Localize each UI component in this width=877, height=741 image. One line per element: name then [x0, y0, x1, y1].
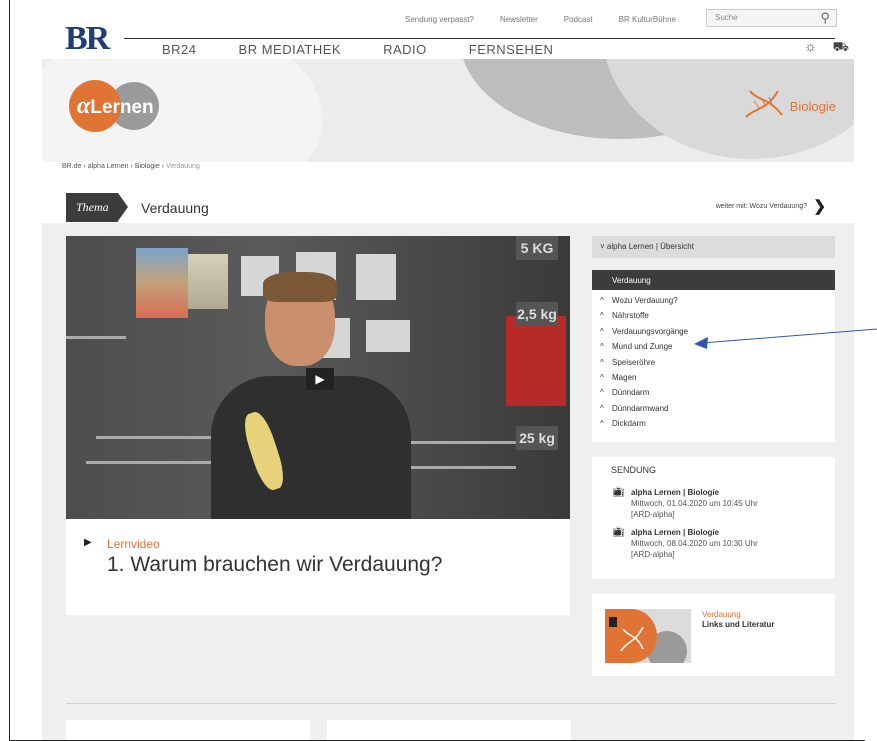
play-icon[interactable]: ▶: [306, 368, 334, 390]
search-placeholder: Suche: [715, 13, 738, 22]
crumb-alpha[interactable]: alpha Lernen: [88, 163, 129, 170]
links-teaser[interactable]: Verdauung Links und Literatur: [592, 594, 835, 676]
nav-br24[interactable]: BR24: [162, 42, 197, 57]
teaser-card[interactable]: [327, 720, 571, 740]
dna-icon: [745, 90, 783, 118]
document-icon: [609, 617, 617, 627]
topic-item[interactable]: ^ Dickdarm: [600, 416, 835, 431]
nav-mediathek[interactable]: BR MEDIATHEK: [239, 42, 342, 57]
dna-icon: [620, 626, 644, 652]
util-link-newsletter[interactable]: Newsletter: [500, 15, 538, 24]
breadcrumb: BR.de › alpha Lernen › Biologie › Verdau…: [62, 163, 200, 170]
topic-item[interactable]: ^ Magen: [600, 370, 835, 385]
topic-item[interactable]: ^ Dünndarmwand: [600, 401, 835, 416]
play-triangle-icon[interactable]: ▶: [84, 537, 92, 548]
video-title[interactable]: 1. Warum brauchen wir Verdauung?: [107, 553, 442, 577]
crumb-current: Verdauung: [165, 163, 200, 170]
thema-tag: Thema: [66, 193, 128, 222]
main-nav: BR24 BR MEDIATHEK RADIO FERNSEHEN: [124, 38, 835, 59]
chevron-up-icon: ^: [600, 372, 604, 382]
topic-item[interactable]: ^ Speiseröhre: [600, 355, 835, 370]
broadcast-box: SENDUNG 📺︎ alpha Lernen | Biologie Mittw…: [592, 457, 835, 579]
next-topic-link[interactable]: weiter mit: Wozu Verdauung?: [716, 203, 807, 210]
chevron-up-icon: ^: [600, 296, 604, 305]
topic-item[interactable]: ^ Nährstoffe: [600, 308, 835, 323]
util-link-sendung-verpasst[interactable]: Sendung verpasst?: [405, 15, 474, 24]
teaser-title[interactable]: Links und Literatur: [702, 620, 774, 629]
search-icon[interactable]: ⚲: [820, 10, 830, 26]
video-kind: Lernvideo: [107, 537, 160, 551]
hero-banner: αLernen Biologie: [42, 59, 854, 162]
weight-plate: 2,5 kg: [516, 302, 558, 326]
nav-radio[interactable]: RADIO: [383, 42, 427, 57]
chevron-up-icon: ^: [600, 357, 604, 367]
page-title: Verdauung: [141, 200, 209, 216]
thema-bar: Thema Verdauung weiter mit: Wozu Verdauu…: [66, 193, 835, 222]
presenter: [211, 272, 411, 519]
chevron-up-icon: ^: [600, 326, 604, 336]
teaser-kicker: Verdauung: [702, 610, 741, 619]
teaser-image: [605, 609, 691, 663]
tv-icon: 📺︎: [612, 527, 625, 538]
search-input[interactable]: Suche ⚲: [706, 9, 837, 27]
crumb-biologie[interactable]: Biologie: [135, 163, 160, 170]
overview-toggle[interactable]: ˅ alpha Lernen | Übersicht: [592, 236, 835, 258]
page-frame: Sendung verpasst? Newsletter Podcast BR …: [9, 0, 865, 741]
video-caption: ▶ Lernvideo 1. Warum brauchen wir Verdau…: [66, 519, 570, 615]
topic-item[interactable]: ^ Mund und Zunge: [600, 339, 835, 354]
divider: [66, 703, 835, 704]
topic-nav-header: Verdauung: [592, 270, 835, 290]
crumb-br[interactable]: BR.de: [62, 163, 81, 170]
alpha-lernen-logo[interactable]: αLernen: [69, 80, 167, 132]
weight-plate: 25 kg: [516, 426, 558, 450]
chevron-up-icon: ^: [600, 342, 604, 352]
util-link-podcast[interactable]: Podcast: [564, 15, 593, 24]
teaser-card[interactable]: [66, 720, 310, 740]
util-link-kulturbuehne[interactable]: BR KulturBühne: [619, 15, 676, 24]
nav-fernsehen[interactable]: FERNSEHEN: [469, 42, 554, 57]
topic-nav: Verdauung ^ Wozu Verdauung? ^ Nährstoffe ^…: [592, 270, 835, 442]
subject-label[interactable]: Biologie: [790, 99, 836, 114]
video-player[interactable]: 5 KG 2,5 kg 25 kg ▶: [66, 236, 570, 519]
traffic-icon[interactable]: ⛟: [833, 39, 849, 57]
tv-icon: 📺︎: [612, 487, 625, 498]
chevron-right-icon[interactable]: ❯: [813, 197, 826, 215]
weight-plate: 5 KG: [516, 236, 558, 260]
broadcast-header: SENDUNG: [611, 465, 657, 475]
chevron-up-icon: ^: [600, 311, 604, 321]
weather-icon[interactable]: ☼: [804, 38, 817, 54]
chevron-up-icon: ^: [600, 403, 604, 413]
topic-item[interactable]: ^ Verdauungsvorgänge: [600, 324, 835, 339]
topic-item[interactable]: ^ Dünndarm: [600, 385, 835, 400]
wall-poster: [136, 248, 188, 318]
chevron-up-icon: ^: [600, 388, 604, 398]
br-logo[interactable]: BR: [65, 20, 110, 58]
chevron-up-icon: ^: [600, 419, 604, 429]
topic-item[interactable]: ^ Wozu Verdauung?: [600, 293, 835, 308]
